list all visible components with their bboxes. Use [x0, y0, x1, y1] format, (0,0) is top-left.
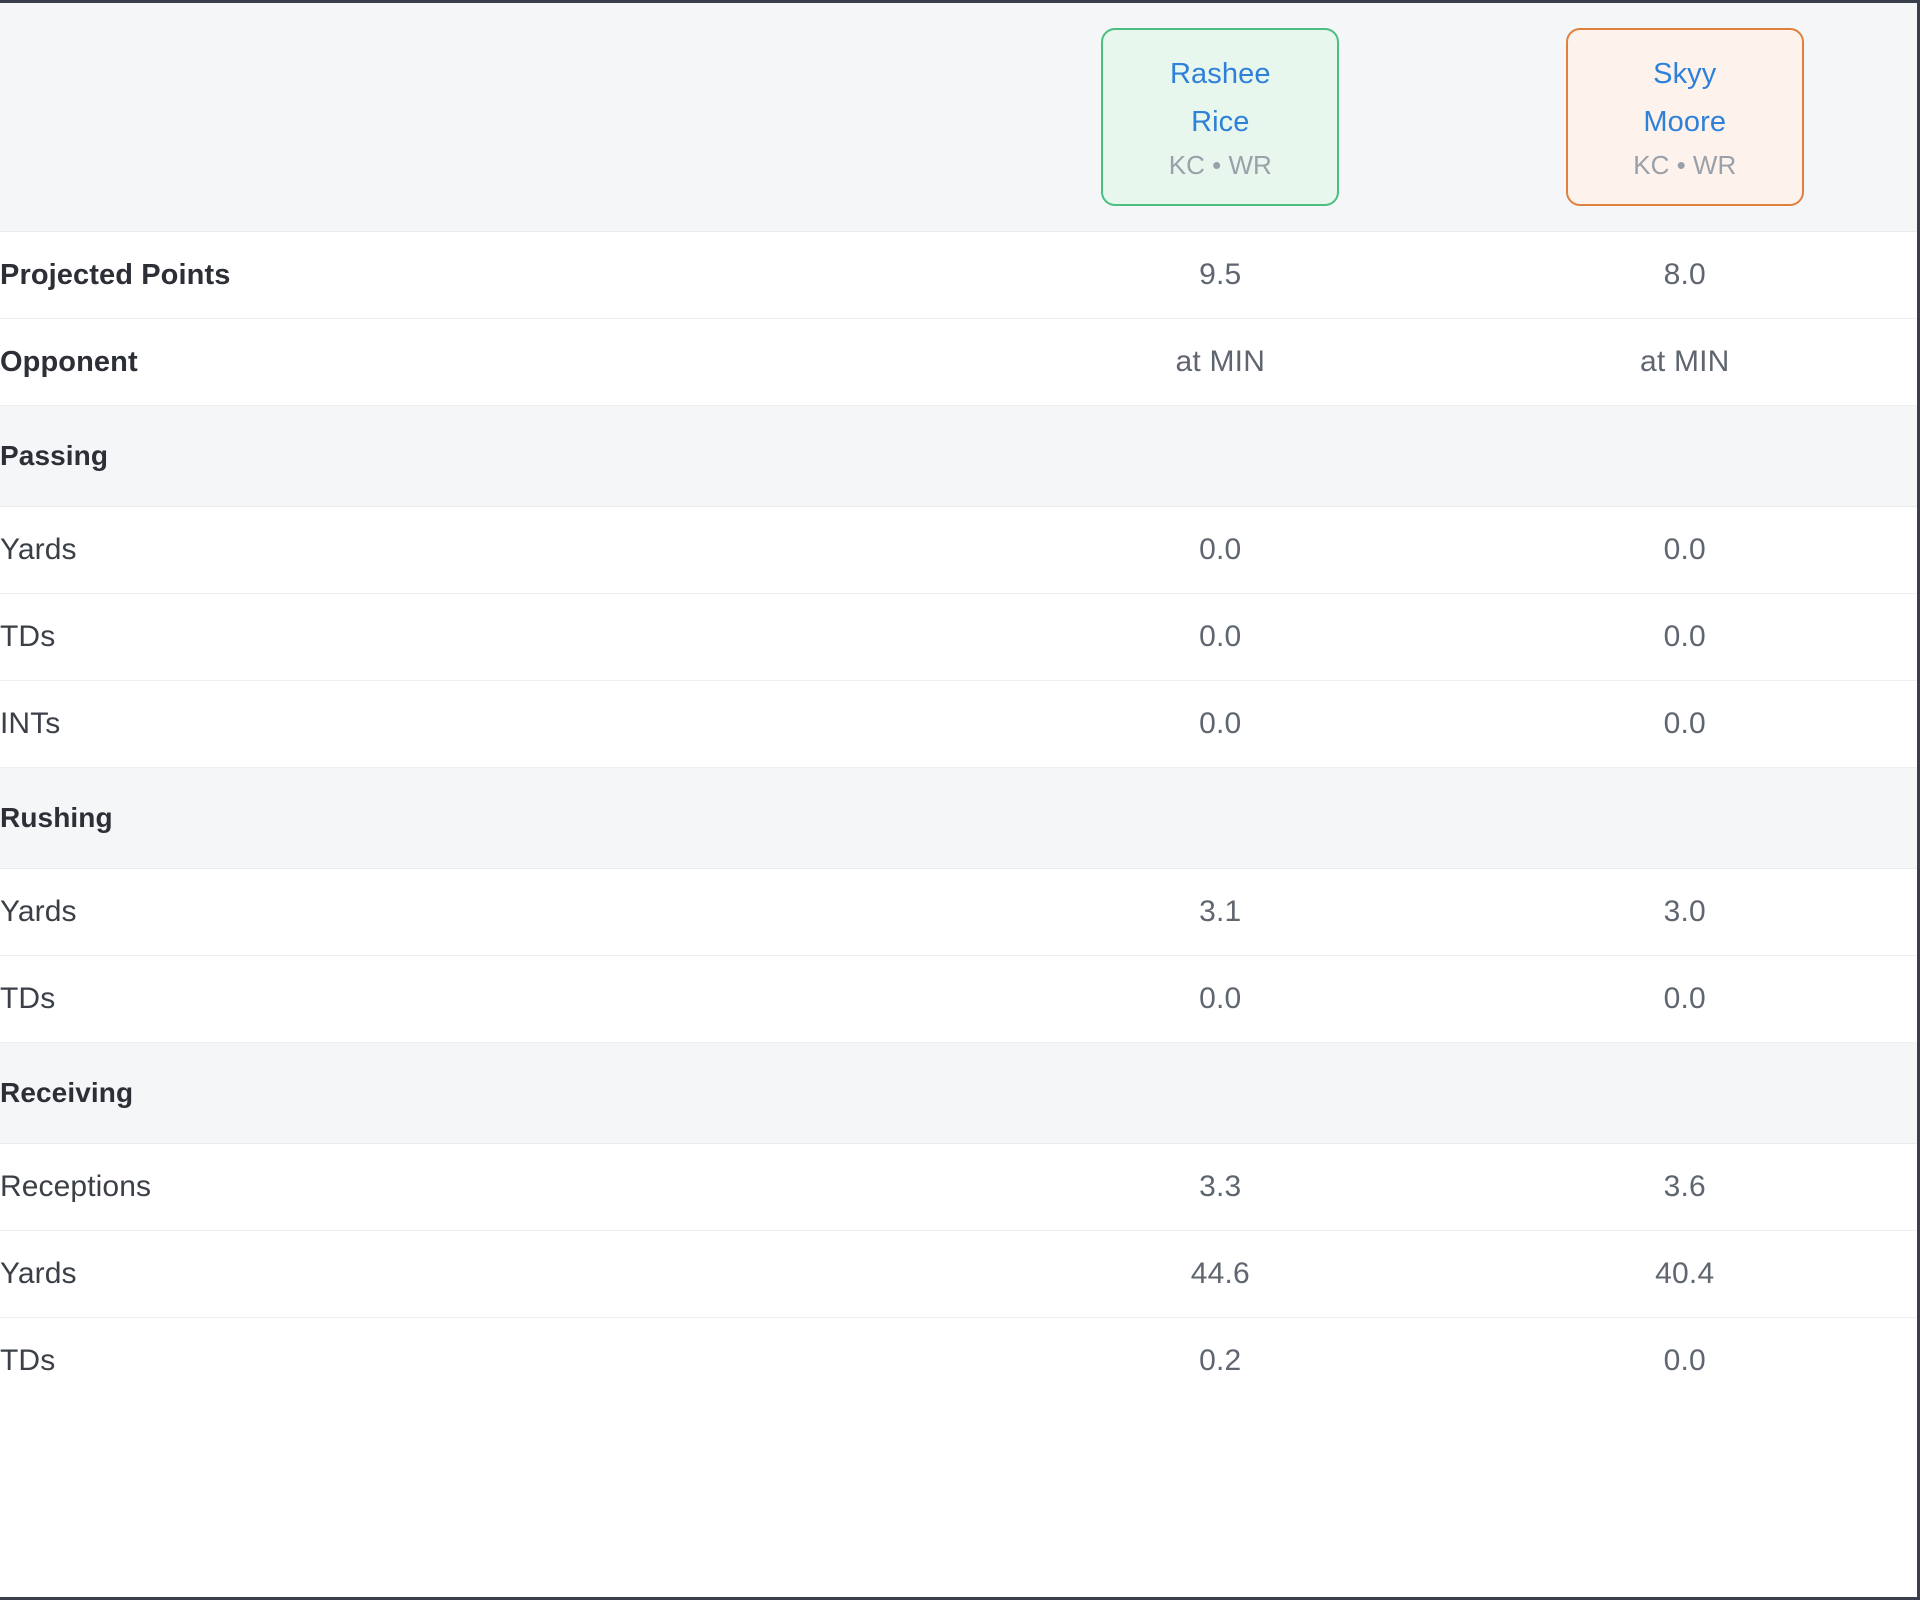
stat-value-player-2: 0.0 — [1452, 506, 1917, 594]
player-team-position-2: KC • WR — [1633, 150, 1737, 180]
table-row: Yards 0.0 0.0 — [0, 506, 1917, 594]
stat-label: TDs — [0, 955, 989, 1043]
table-row: Receptions 3.3 3.6 — [0, 1143, 1917, 1231]
section-header-passing: Passing — [0, 405, 1917, 507]
stat-label: Yards — [0, 506, 989, 594]
stat-value-player-1: 0.0 — [988, 593, 1453, 681]
stat-value-player-2: 3.6 — [1452, 1143, 1917, 1231]
stat-value-player-2: 0.0 — [1452, 955, 1917, 1043]
player-last-name-1[interactable]: Rice — [1113, 98, 1327, 146]
header-blank-cell — [0, 3, 989, 232]
table-row: Yards 3.1 3.0 — [0, 868, 1917, 956]
stat-value-player-2: at MIN — [1452, 318, 1917, 406]
player-card-1[interactable]: Rashee Rice KC • WR — [1101, 28, 1340, 206]
section-title: Passing — [0, 405, 989, 507]
stat-value-player-1: 0.2 — [988, 1317, 1453, 1404]
stat-value-player-1: at MIN — [988, 318, 1453, 406]
player-team-position-1: KC • WR — [1168, 150, 1272, 180]
stat-value-player-2: 8.0 — [1452, 231, 1917, 319]
player-header-cell-2: Skyy Moore KC • WR — [1452, 3, 1917, 232]
stat-value-player-2: 0.0 — [1452, 1317, 1917, 1404]
stat-value-player-2: 0.0 — [1452, 593, 1917, 681]
player-first-name-1[interactable]: Rashee — [1113, 50, 1327, 98]
table-row: TDs 0.0 0.0 — [0, 955, 1917, 1043]
stat-value-player-1: 3.1 — [988, 868, 1453, 956]
stat-label: Yards — [0, 1230, 989, 1318]
section-filler — [988, 405, 1453, 507]
stat-value-player-1: 0.0 — [988, 680, 1453, 768]
player-comparison-panel: Rashee Rice KC • WR Skyy Moore KC • WR P… — [0, 0, 1920, 1600]
table-row: Projected Points 9.5 8.0 — [0, 231, 1917, 319]
stat-label: Projected Points — [0, 231, 989, 319]
stat-value-player-1: 0.0 — [988, 955, 1453, 1043]
section-title: Receiving — [0, 1042, 989, 1144]
section-filler — [1452, 405, 1917, 507]
stat-label: INTs — [0, 680, 989, 768]
stat-label: Receptions — [0, 1143, 989, 1231]
stat-value-player-1: 3.3 — [988, 1143, 1453, 1231]
player-last-name-2[interactable]: Moore — [1578, 98, 1792, 146]
section-header-receiving: Receiving — [0, 1042, 1917, 1144]
stat-value-player-2: 40.4 — [1452, 1230, 1917, 1318]
section-filler — [1452, 767, 1917, 869]
section-header-rushing: Rushing — [0, 767, 1917, 869]
stat-label: Opponent — [0, 318, 989, 406]
player-header-cell-1: Rashee Rice KC • WR — [988, 3, 1453, 232]
stat-value-player-1: 0.0 — [988, 506, 1453, 594]
table-row: INTs 0.0 0.0 — [0, 680, 1917, 768]
table-header: Rashee Rice KC • WR Skyy Moore KC • WR — [0, 3, 1917, 232]
table-row: TDs 0.2 0.0 — [0, 1317, 1917, 1404]
table-row: TDs 0.0 0.0 — [0, 593, 1917, 681]
stat-label: TDs — [0, 593, 989, 681]
section-title: Rushing — [0, 767, 989, 869]
table-row: Yards 44.6 40.4 — [0, 1230, 1917, 1318]
stat-label: Yards — [0, 868, 989, 956]
stat-value-player-2: 3.0 — [1452, 868, 1917, 956]
player-card-2[interactable]: Skyy Moore KC • WR — [1565, 28, 1804, 206]
section-filler — [988, 767, 1453, 869]
player-first-name-2[interactable]: Skyy — [1578, 50, 1792, 98]
table-body: Projected Points 9.5 8.0 Opponent at MIN… — [0, 231, 1917, 1404]
player-comparison-table: Rashee Rice KC • WR Skyy Moore KC • WR P… — [0, 3, 1917, 1404]
section-filler — [988, 1042, 1453, 1144]
stat-value-player-2: 0.0 — [1452, 680, 1917, 768]
stat-label: TDs — [0, 1317, 989, 1404]
section-filler — [1452, 1042, 1917, 1144]
header-row: Rashee Rice KC • WR Skyy Moore KC • WR — [0, 3, 1917, 232]
table-row: Opponent at MIN at MIN — [0, 318, 1917, 406]
stat-value-player-1: 44.6 — [988, 1230, 1453, 1318]
stat-value-player-1: 9.5 — [988, 231, 1453, 319]
